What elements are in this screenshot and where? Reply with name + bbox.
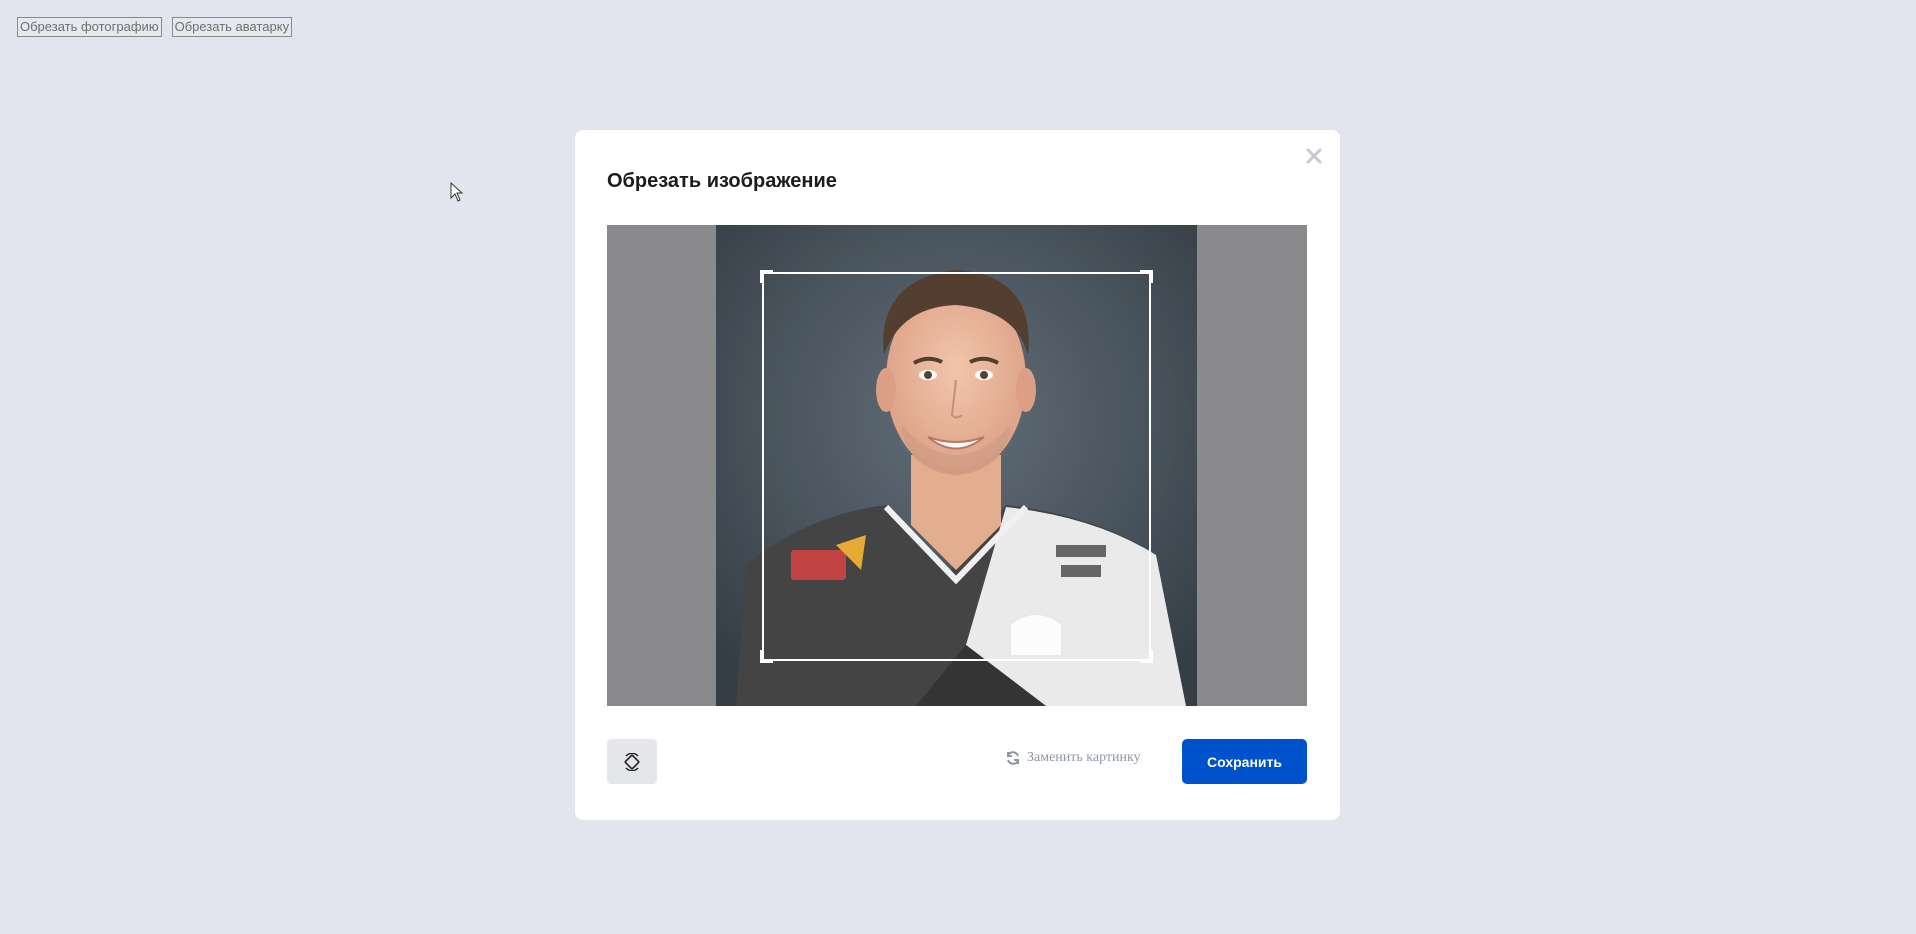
modal-title: Обрезать изображение — [607, 170, 837, 192]
rotate-button[interactable] — [607, 739, 657, 784]
replace-image-link[interactable]: Заменить картинку — [1005, 750, 1141, 766]
mouse-cursor-icon — [450, 181, 464, 207]
top-toolbar: Обрезать фотографию Обрезать аватарку — [17, 17, 293, 37]
refresh-icon — [1007, 751, 1019, 765]
crop-canvas[interactable] — [607, 225, 1307, 706]
close-button[interactable] — [1304, 146, 1324, 166]
crop-handle-bottom-left[interactable] — [760, 650, 773, 663]
save-button[interactable]: Сохранить — [1182, 739, 1307, 784]
crop-photo-button[interactable]: Обрезать фотографию — [17, 17, 162, 37]
replace-image-label: Заменить картинку — [1027, 750, 1141, 765]
crop-handle-top-right[interactable] — [1140, 270, 1153, 283]
crop-image-modal: Обрезать изображение Заменить картинку С… — [575, 130, 1340, 820]
rotate-icon — [624, 752, 640, 771]
close-icon — [1306, 148, 1322, 164]
crop-selection-frame[interactable] — [760, 270, 1153, 663]
crop-avatar-button[interactable]: Обрезать аватарку — [171, 17, 293, 37]
crop-handle-bottom-right[interactable] — [1140, 650, 1153, 663]
crop-handle-top-left[interactable] — [760, 270, 773, 283]
